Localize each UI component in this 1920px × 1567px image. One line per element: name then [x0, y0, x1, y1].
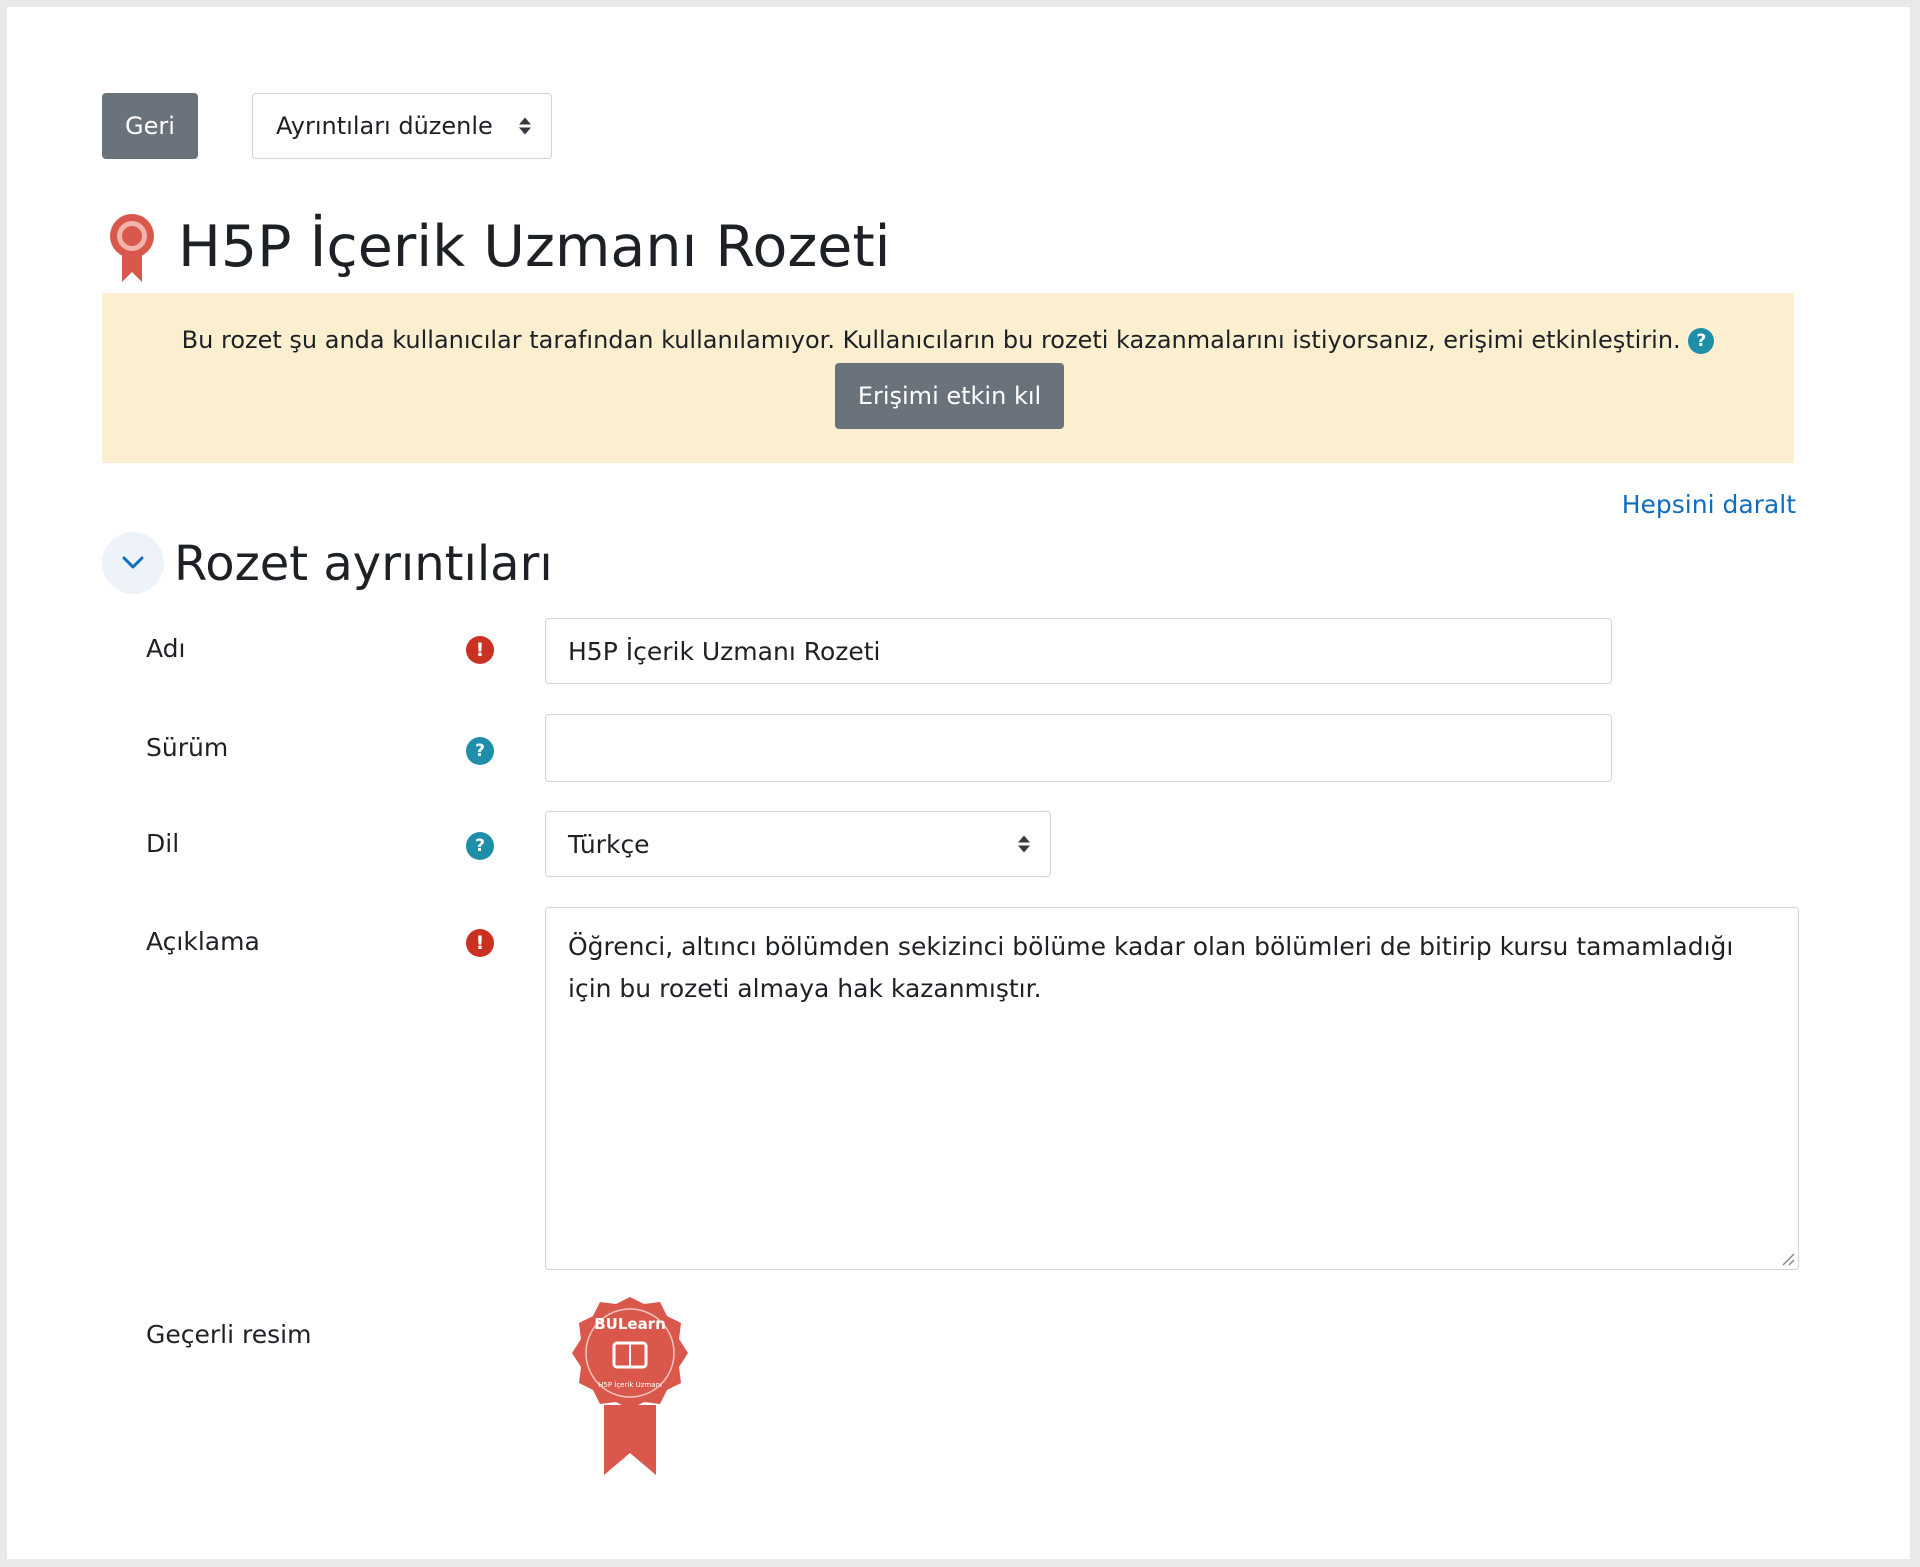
action-select-value: Ayrıntıları düzenle: [276, 112, 493, 140]
language-select[interactable]: Türkçe: [545, 811, 1051, 877]
back-button[interactable]: Geri: [102, 93, 198, 159]
page-title: H5P İçerik Uzmanı Rozeti: [178, 214, 891, 280]
enable-access-button[interactable]: Erişimi etkin kıl: [835, 363, 1064, 429]
required-icon: !: [466, 636, 494, 664]
help-icon[interactable]: ?: [466, 832, 494, 860]
badge-subtext: H5P İçerik Uzmanı: [598, 1380, 662, 1389]
chevron-down-icon: [122, 556, 144, 569]
help-icon[interactable]: ?: [466, 737, 494, 765]
select-caret-icon: [519, 117, 531, 135]
badge-ribbon-icon: [110, 214, 154, 282]
alert-message: Bu rozet şu anda kullanıcılar tarafından…: [181, 326, 1681, 354]
select-caret-icon: [1018, 835, 1030, 853]
name-label: Adı: [146, 634, 186, 663]
collapse-all-link[interactable]: Hepsini daralt: [1622, 490, 1796, 519]
name-input[interactable]: H5P İçerik Uzmanı Rozeti: [545, 618, 1612, 684]
version-label: Sürüm: [146, 733, 229, 762]
badge-text: BULearn: [594, 1315, 666, 1333]
availability-alert: Bu rozet şu anda kullanıcılar tarafından…: [102, 293, 1794, 463]
current-image-label: Geçerli resim: [146, 1320, 312, 1349]
version-input[interactable]: [545, 714, 1612, 782]
required-icon: !: [466, 929, 494, 957]
section-toggle[interactable]: [102, 532, 164, 594]
help-icon[interactable]: ?: [1688, 328, 1715, 354]
name-input-value: H5P İçerik Uzmanı Rozeti: [568, 636, 881, 666]
action-select[interactable]: Ayrıntıları düzenle: [252, 93, 552, 159]
description-label: Açıklama: [146, 927, 260, 956]
description-text: Öğrenci, altıncı bölümden sekizinci bölü…: [568, 932, 1734, 1003]
description-textarea[interactable]: Öğrenci, altıncı bölümden sekizinci bölü…: [545, 907, 1799, 1270]
section-title: Rozet ayrıntıları: [174, 536, 553, 592]
badge-image: BULearn H5P İçerik Uzmanı: [572, 1297, 688, 1475]
language-select-value: Türkçe: [568, 829, 650, 859]
language-label: Dil: [146, 829, 180, 858]
resize-grip-icon[interactable]: [1779, 1250, 1795, 1266]
